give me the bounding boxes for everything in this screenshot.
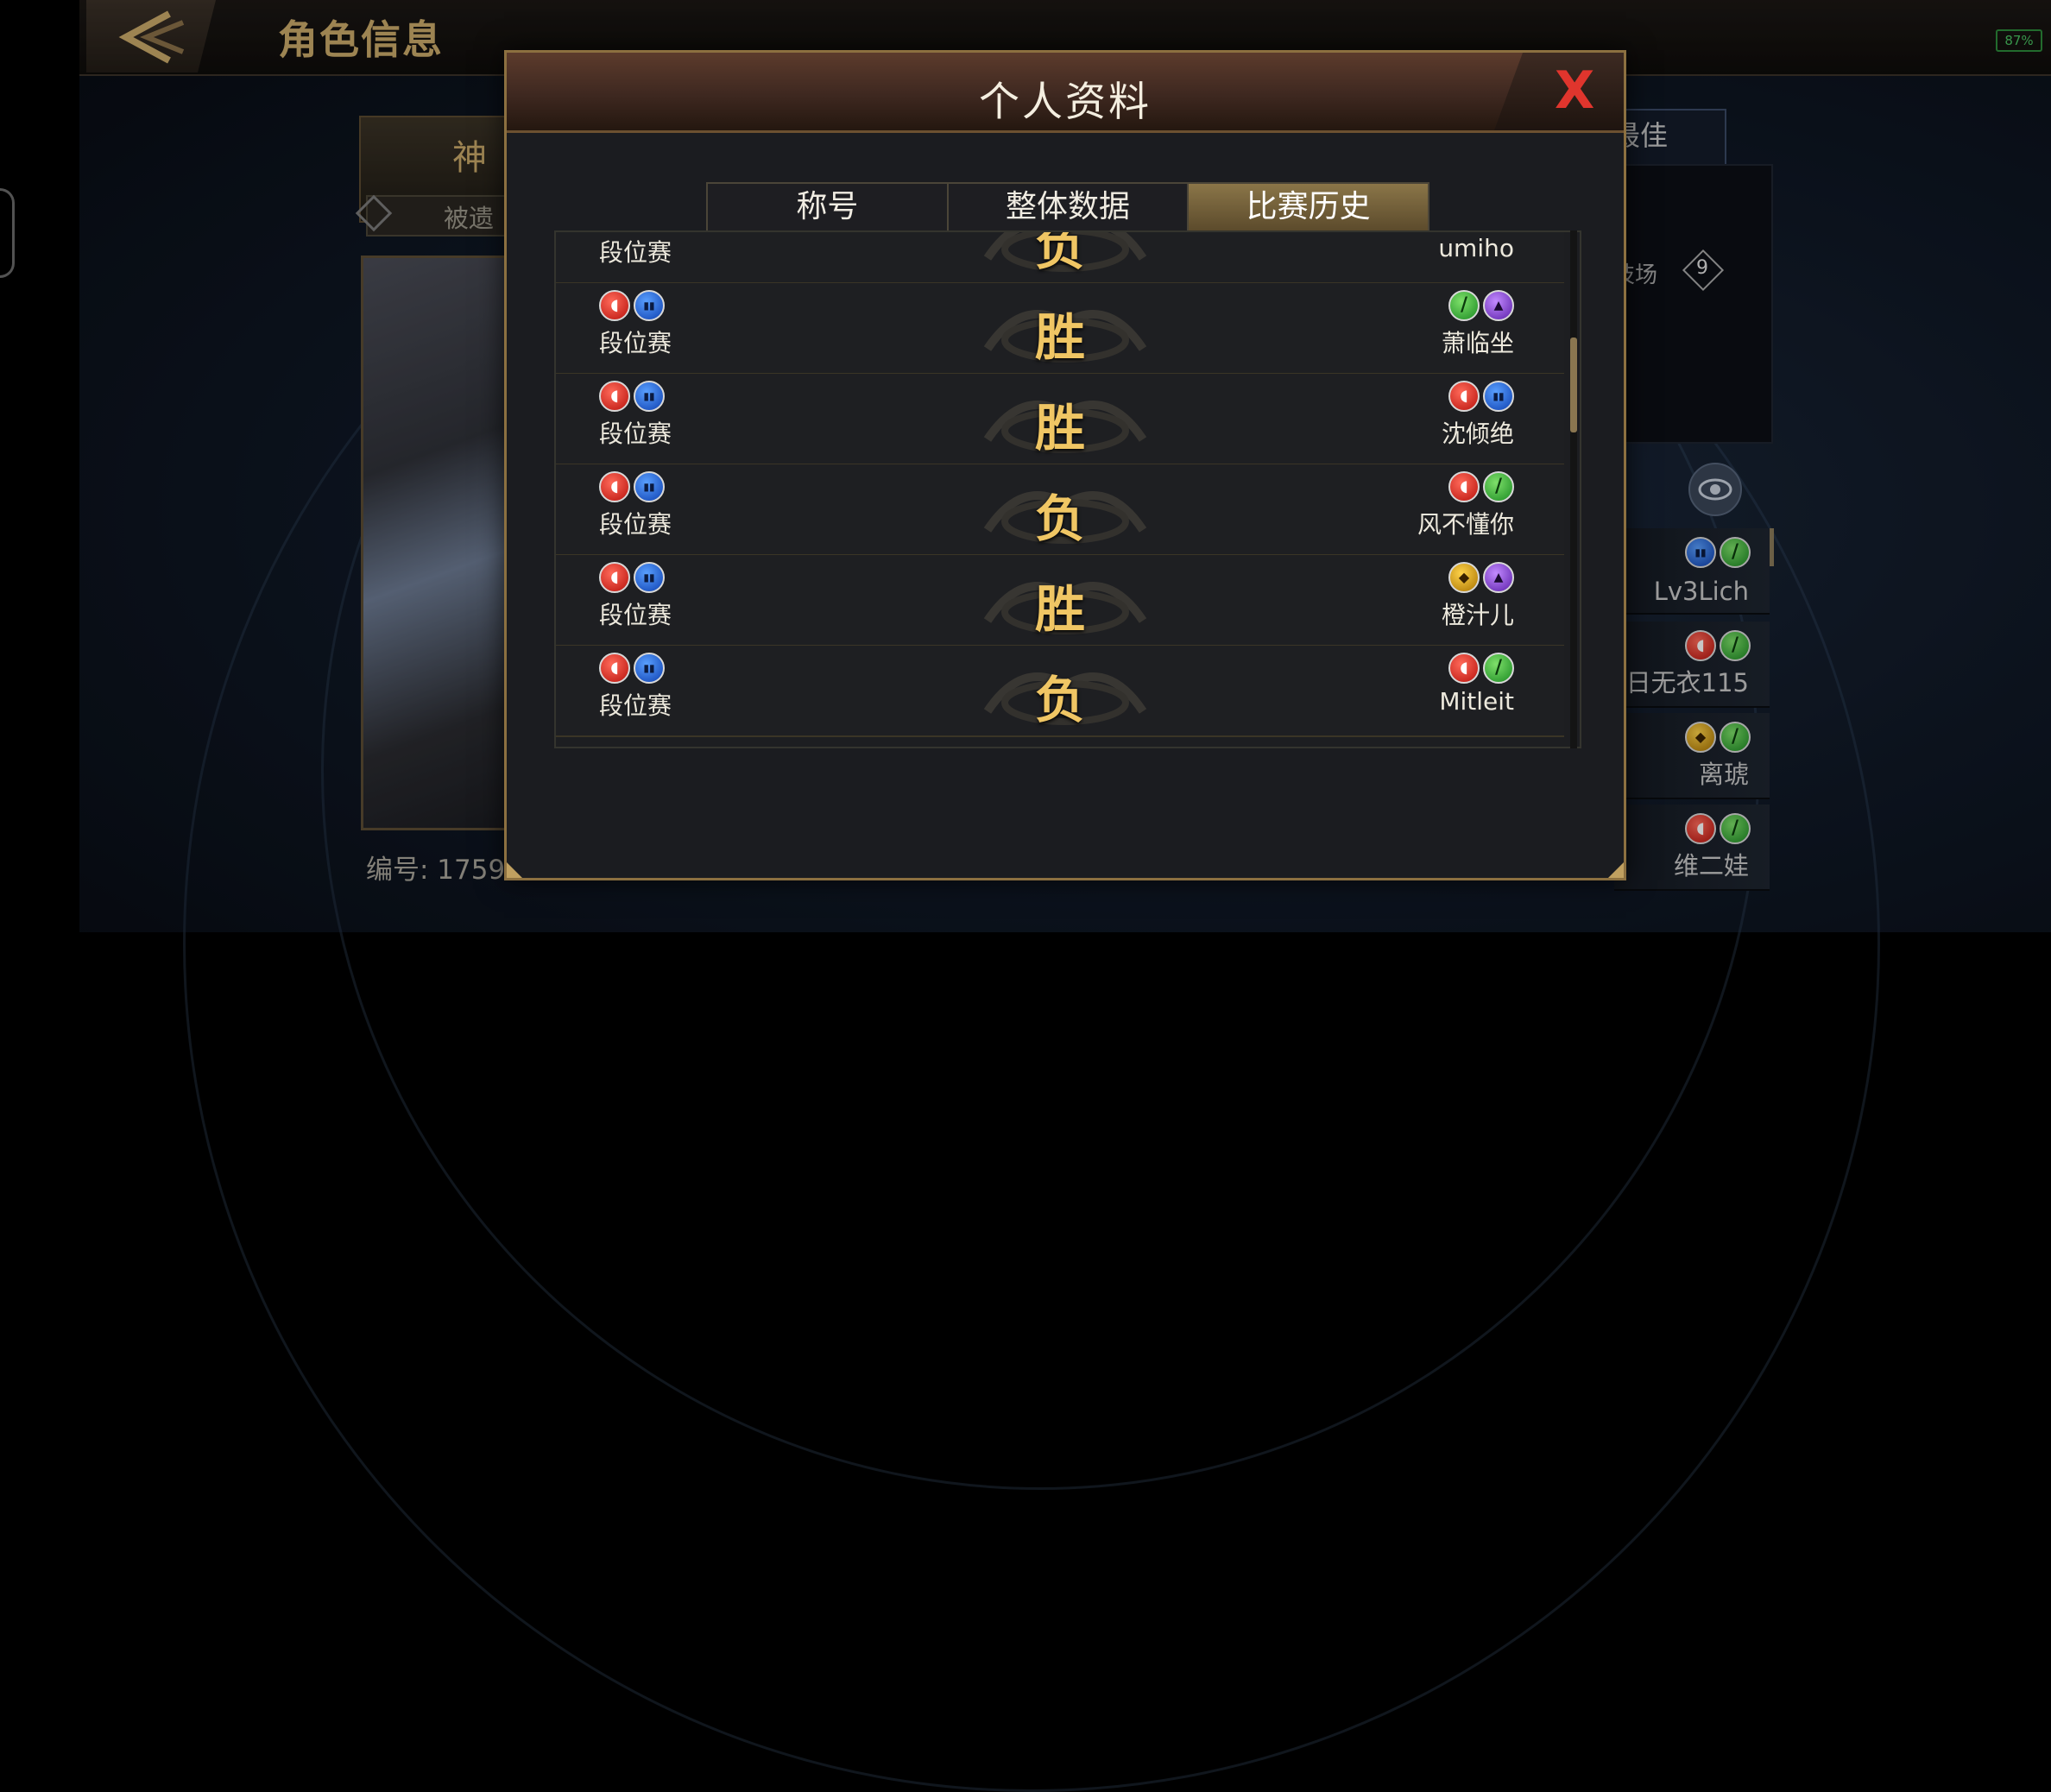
green-hero-class-icon [1483,471,1514,502]
match-result: 负 [1034,230,1085,276]
opponent-name[interactable]: 橙汁儿 [1442,596,1514,631]
match-row[interactable]: 段位赛胜萧临坐 [556,283,1564,375]
match-result: 胜 [1034,399,1085,457]
blue-hero-class-icon [1483,381,1514,412]
match-result: 胜 [1034,580,1085,639]
match-row[interactable]: 段位赛胜橙汁儿 [556,555,1564,647]
opponent-name[interactable]: 萧临坐 [1442,325,1514,359]
opponent-name[interactable]: 风不懂你 [1417,506,1514,540]
opponent-name[interactable]: Mitleit [1439,687,1514,716]
match-row[interactable]: 段位赛胜沈倾绝 [556,374,1564,465]
opponent-name[interactable]: umiho [1438,234,1514,262]
modal-title: 个人资料 [979,79,1152,126]
modal-header: 个人资料 X [507,53,1624,133]
tab-match-history[interactable]: 比赛历史 [1189,184,1429,239]
opponent-hero-icons [1448,562,1514,593]
opponent-hero-icons [1448,381,1514,412]
tab-title[interactable]: 称号 [708,184,949,230]
red-hero-class-icon [1448,653,1480,684]
green-hero-class-icon [1448,290,1480,321]
corner-decoration [1608,862,1624,878]
match-result: 负 [1034,671,1085,729]
opponent-hero-icons [1448,471,1514,502]
red-hero-class-icon [1448,381,1480,412]
green-hero-class-icon [1483,653,1514,684]
tab-bar: 称号 整体数据 比赛历史 [706,182,1429,239]
opponent-hero-icons [1448,653,1514,684]
red-hero-class-icon [1448,471,1480,502]
gold-hero-class-icon [1448,562,1480,593]
tab-overall-data[interactable]: 整体数据 [949,184,1190,230]
purple-hero-class-icon [1483,290,1514,321]
close-button[interactable]: X [1494,53,1624,130]
match-row[interactable]: 段位赛负 umiho [556,230,1564,284]
match-result: 胜 [1034,308,1085,367]
purple-hero-class-icon [1483,562,1514,593]
match-result: 负 [1034,489,1085,548]
list-scrollbar-track[interactable] [1570,230,1577,748]
list-scrollbar-thumb[interactable] [1570,338,1577,432]
match-history-list[interactable]: 段位赛负umiho段位赛胜萧临坐段位赛胜沈倾绝段位赛负风不懂你段位赛胜橙汁儿段位… [554,230,1581,748]
profile-modal: 个人资料 X 称号 整体数据 比赛历史 段位赛负umiho段位赛胜萧临坐段位赛胜… [504,50,1626,880]
match-row[interactable]: 段位赛负风不懂你 [556,464,1564,556]
opponent-name[interactable]: 沈倾绝 [1442,415,1514,450]
corner-decoration [507,862,522,878]
match-row[interactable]: 段位赛负Mitleit [556,646,1564,737]
close-icon: X [1555,60,1595,121]
opponent-hero-icons [1448,290,1514,321]
